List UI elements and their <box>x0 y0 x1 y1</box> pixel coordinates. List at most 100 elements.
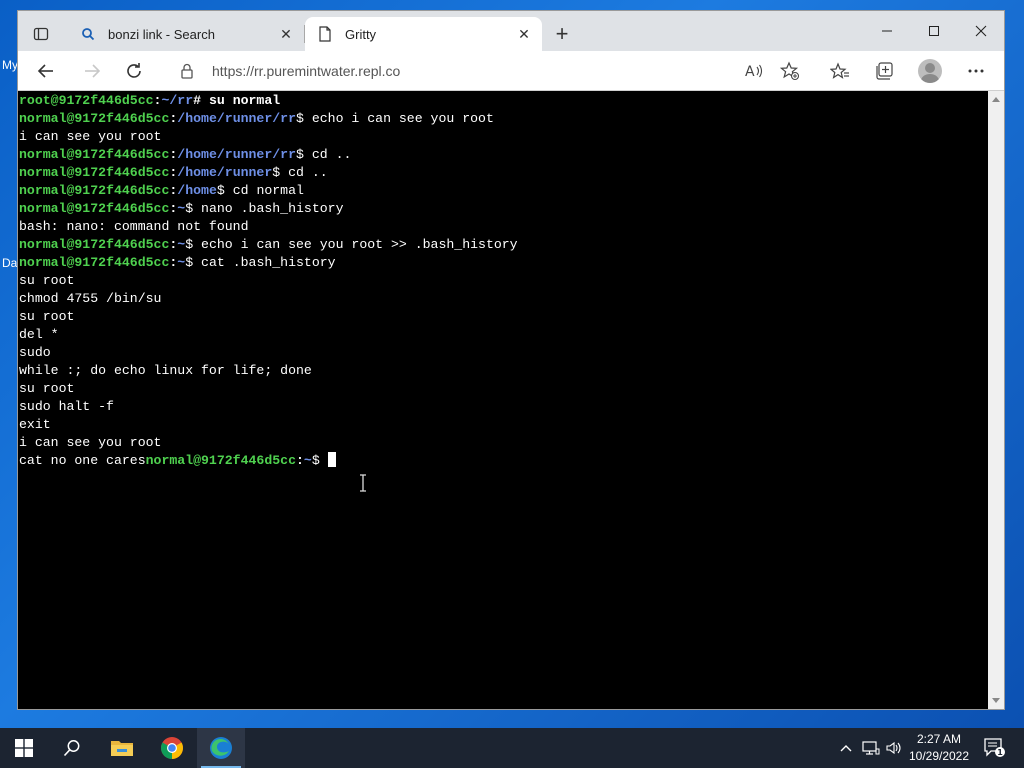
terminal-text: $ nano .bash_history <box>185 201 344 216</box>
terminal-text: del * <box>19 327 59 342</box>
prompt-path: /home/runner <box>177 165 273 180</box>
lock-icon[interactable] <box>180 63 196 79</box>
terminal-line: sudo halt -f <box>19 398 518 416</box>
prompt-user: normal@9172f446d5cc <box>19 183 170 198</box>
terminal-text: sudo halt -f <box>19 399 114 414</box>
terminal-line: cat no one caresnormal@9172f446d5cc:~$ <box>19 452 518 470</box>
terminal-line: normal@9172f446d5cc:/home$ cd normal <box>19 182 518 200</box>
windows-start-icon[interactable] <box>0 728 48 768</box>
tab-actions-icon[interactable] <box>26 21 56 47</box>
favorites-icon[interactable] <box>826 57 854 85</box>
search-taskbar-icon[interactable] <box>48 728 96 768</box>
terminal-line: root@9172f446d5cc:~/rr# su normal <box>19 92 518 110</box>
terminal-text: i can see you root <box>19 129 162 144</box>
terminal-line: normal@9172f446d5cc:/home/runner$ cd .. <box>19 164 518 182</box>
terminal-text: exit <box>19 417 51 432</box>
prompt-user: root@9172f446d5cc <box>19 93 154 108</box>
terminal-text: chmod 4755 /bin/su <box>19 291 162 306</box>
terminal-text: su root <box>19 381 75 396</box>
terminal-line: normal@9172f446d5cc:/home/runner/rr$ cd … <box>19 146 518 164</box>
terminal-text: $ echo i can see you root >> .bash_histo… <box>185 237 518 252</box>
minimize-icon[interactable] <box>864 17 910 45</box>
terminal-line: chmod 4755 /bin/su <box>19 290 518 308</box>
tab-close-button[interactable]: ✕ <box>512 26 536 43</box>
browser-window: bonzi link - Search ✕ Gritty ✕ + https:/… <box>17 10 1005 710</box>
tab-title: Gritty <box>345 26 377 42</box>
tab-gritty[interactable]: Gritty ✕ <box>305 17 542 51</box>
terminal-line: su root <box>19 308 518 326</box>
terminal-text: su root <box>19 273 75 288</box>
file-explorer-icon[interactable] <box>98 728 146 768</box>
terminal-line: normal@9172f446d5cc:~$ cat .bash_history <box>19 254 518 272</box>
close-window-icon[interactable] <box>958 17 1004 45</box>
terminal-text: i can see you root <box>19 435 162 450</box>
terminal-line: normal@9172f446d5cc:/home/runner/rr$ ech… <box>19 110 518 128</box>
read-aloud-icon[interactable]: A <box>740 57 768 85</box>
chevron-up-icon[interactable] <box>836 728 856 768</box>
terminal-line: bash: nano: command not found <box>19 218 518 236</box>
scroll-down-icon[interactable] <box>992 698 1000 703</box>
terminal-line: i can see you root <box>19 434 518 452</box>
prompt-path: /home <box>177 183 217 198</box>
terminal-text: $ <box>311 453 328 468</box>
terminal-text: $ cat .bash_history <box>185 255 336 270</box>
svg-text:A: A <box>745 64 755 80</box>
terminal-text: $ echo i can see you root <box>296 111 494 126</box>
terminal-text: : <box>296 453 304 468</box>
prompt-user: normal@9172f446d5cc <box>19 165 170 180</box>
prompt-path: ~/rr <box>161 93 194 108</box>
add-favorite-icon[interactable] <box>776 57 804 85</box>
more-icon[interactable] <box>962 57 990 85</box>
terminal-line: del * <box>19 326 518 344</box>
terminal-line: exit <box>19 416 518 434</box>
tab-title: bonzi link - Search <box>108 26 215 42</box>
terminal-output: root@9172f446d5cc:~/rr# su normal normal@… <box>19 92 518 470</box>
terminal-line: sudo <box>19 344 518 362</box>
new-tab-button[interactable]: + <box>550 23 574 47</box>
clock-time: 2:27 AM <box>916 732 962 746</box>
navigation-toolbar: https://rr.puremintwater.repl.co A <box>18 51 1004 91</box>
page-favicon <box>317 26 333 42</box>
terminal-text: # su normal <box>193 93 281 108</box>
taskbar: 2:27 AM 10/29/2022 1 <box>0 728 1024 768</box>
terminal-text: $ cd .. <box>272 165 328 180</box>
prompt-user: normal@9172f446d5cc <box>19 201 170 216</box>
chrome-icon[interactable] <box>148 728 196 768</box>
terminal-line: su root <box>19 272 518 290</box>
prompt-path: /home/runner/rr <box>177 147 297 162</box>
back-icon[interactable] <box>32 57 60 85</box>
tab-close-button[interactable]: ✕ <box>274 26 298 43</box>
address-bar[interactable]: https://rr.puremintwater.repl.co <box>168 55 728 87</box>
refresh-icon[interactable] <box>120 57 148 85</box>
search-favicon <box>80 26 96 42</box>
scroll-up-icon[interactable] <box>992 97 1000 102</box>
profile-icon[interactable] <box>918 59 942 83</box>
prompt-user: normal@9172f446d5cc <box>19 111 170 126</box>
notification-count: 1 <box>997 748 1003 757</box>
terminal-cursor <box>327 452 336 467</box>
edge-icon[interactable] <box>197 728 245 768</box>
prompt-path: /home/runner/rr <box>177 111 297 126</box>
maximize-icon[interactable] <box>911 17 957 45</box>
terminal-text: su root <box>19 309 75 324</box>
url-text: https://rr.puremintwater.repl.co <box>212 63 401 79</box>
prompt-user: normal@9172f446d5cc <box>19 255 170 270</box>
collections-icon[interactable] <box>870 57 898 85</box>
network-icon[interactable] <box>860 728 882 768</box>
terminal-viewport[interactable]: root@9172f446d5cc:~/rr# su normal normal@… <box>18 91 988 709</box>
terminal-text: sudo <box>19 345 51 360</box>
taskbar-clock[interactable]: 2:27 AM 10/29/2022 <box>900 731 978 765</box>
prompt-path: ~ <box>303 453 312 468</box>
terminal-line: while :; do echo linux for life; done <box>19 362 518 380</box>
notification-icon[interactable]: 1 <box>982 736 1006 760</box>
terminal-line: i can see you root <box>19 128 518 146</box>
tab-bonzi-search[interactable]: bonzi link - Search ✕ <box>68 17 304 51</box>
text-cursor-icon <box>358 474 368 492</box>
terminal-text: bash: nano: command not found <box>19 219 249 234</box>
prompt-user: normal@9172f446d5cc <box>19 147 170 162</box>
prompt-user: normal@9172f446d5cc <box>145 453 296 468</box>
prompt-user: normal@9172f446d5cc <box>19 237 170 252</box>
terminal-line: normal@9172f446d5cc:~$ nano .bash_histor… <box>19 200 518 218</box>
forward-icon[interactable] <box>78 57 106 85</box>
terminal-scrollbar[interactable] <box>988 91 1004 709</box>
